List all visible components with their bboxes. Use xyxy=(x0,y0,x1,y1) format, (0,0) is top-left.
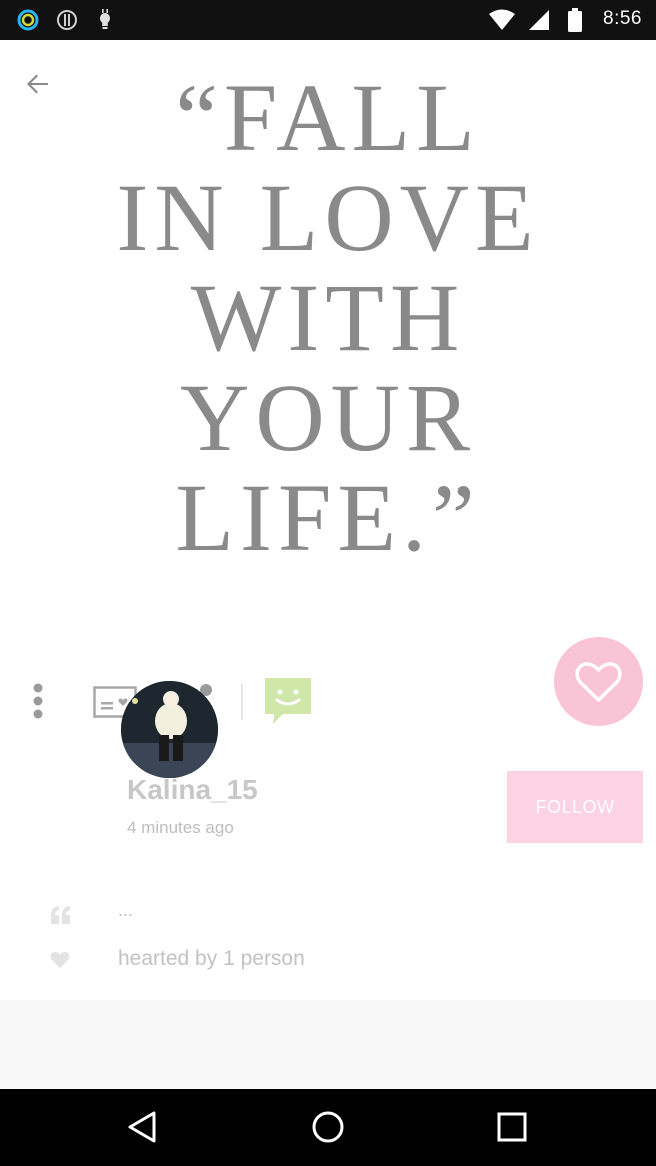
toolbar-divider xyxy=(241,684,243,720)
navigation-bar xyxy=(0,1089,656,1166)
app-screen: 8:56 “FALL IN LOVE WITH YOUR LIFE.” Kali… xyxy=(0,0,656,1166)
avatar-photo xyxy=(121,681,218,778)
status-bar: 8:56 xyxy=(0,0,656,40)
heart-button[interactable] xyxy=(554,637,643,726)
more-options-icon[interactable] xyxy=(26,682,50,720)
circle-notification-icon xyxy=(17,9,39,31)
chat-bubble-icon[interactable] xyxy=(263,676,313,726)
heart-outline-icon xyxy=(575,662,622,702)
post-timestamp: 4 minutes ago xyxy=(127,818,234,837)
quote-marks-icon xyxy=(51,906,70,924)
wifi-icon xyxy=(489,9,515,30)
alert-notification-icon xyxy=(57,10,77,30)
battery-icon xyxy=(568,8,582,32)
follow-button[interactable]: FOLLOW xyxy=(507,771,643,843)
avatar[interactable] xyxy=(121,681,218,778)
bulb-notification-icon xyxy=(100,9,110,29)
quote-text: “FALL IN LOVE WITH YOUR LIFE.” xyxy=(116,64,540,571)
hearted-by-count[interactable]: hearted by 1 person xyxy=(118,947,305,971)
nav-back-icon[interactable] xyxy=(124,1107,164,1147)
signal-icon xyxy=(529,10,549,30)
comments-area xyxy=(0,1000,656,1089)
post-caption: ... xyxy=(118,900,134,920)
nav-recents-icon[interactable] xyxy=(492,1107,532,1147)
back-arrow-icon[interactable] xyxy=(20,66,56,102)
status-time: 8:56 xyxy=(603,8,642,29)
username[interactable]: Kalina_15 xyxy=(127,774,258,806)
nav-home-icon[interactable] xyxy=(308,1107,348,1147)
heart-small-icon xyxy=(50,952,70,968)
